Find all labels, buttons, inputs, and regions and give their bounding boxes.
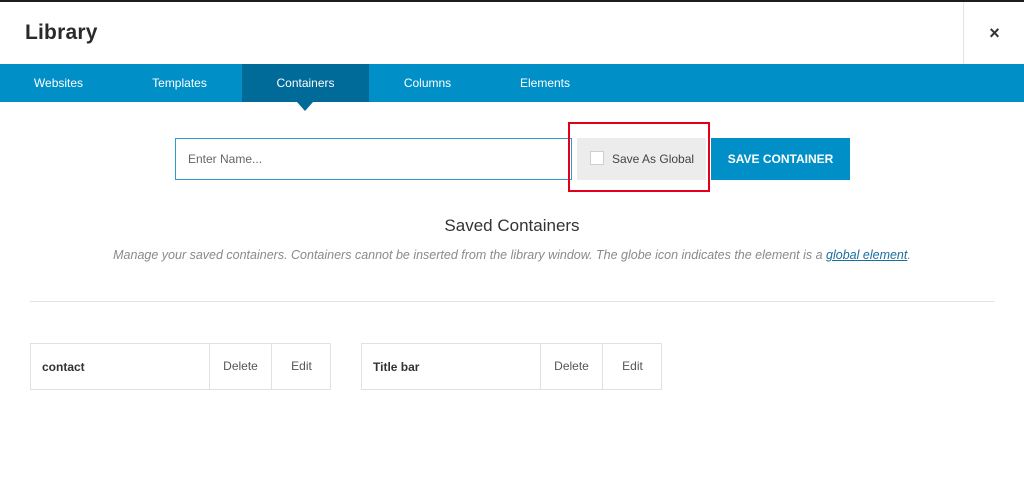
container-name: Title bar xyxy=(373,360,420,374)
library-title: Library xyxy=(25,21,98,44)
close-button[interactable]: × xyxy=(963,2,1024,64)
library-header: Library xyxy=(0,2,1024,64)
tab-elements[interactable]: Elements xyxy=(486,64,604,102)
edit-button[interactable]: Edit xyxy=(602,344,662,389)
save-container-button[interactable]: SAVE CONTAINER xyxy=(711,138,850,180)
edit-button[interactable]: Edit xyxy=(271,344,331,389)
description-text: Manage your saved containers. Containers… xyxy=(113,248,827,262)
container-card-title-bar: Title bar Delete Edit xyxy=(361,343,662,390)
container-name-input[interactable] xyxy=(175,138,572,180)
tab-containers[interactable]: Containers xyxy=(242,64,369,102)
library-tabs: Websites Templates Containers Columns El… xyxy=(0,64,1024,102)
close-icon[interactable]: × xyxy=(989,24,1000,42)
tab-templates[interactable]: Templates xyxy=(117,64,242,102)
tab-columns[interactable]: Columns xyxy=(369,64,486,102)
highlight-annotation-box xyxy=(568,122,710,192)
delete-button[interactable]: Delete xyxy=(540,344,602,389)
container-name: contact xyxy=(42,360,85,374)
active-tab-indicator xyxy=(297,102,313,111)
container-card-contact: contact Delete Edit xyxy=(30,343,331,390)
global-element-link[interactable]: global element xyxy=(826,248,907,262)
saved-containers-heading: Saved Containers xyxy=(444,216,580,235)
delete-button[interactable]: Delete xyxy=(209,344,271,389)
section-divider xyxy=(30,301,995,302)
tab-websites[interactable]: Websites xyxy=(0,64,117,102)
saved-containers-description: Manage your saved containers. Containers… xyxy=(0,248,1024,262)
description-end: . xyxy=(907,248,911,262)
